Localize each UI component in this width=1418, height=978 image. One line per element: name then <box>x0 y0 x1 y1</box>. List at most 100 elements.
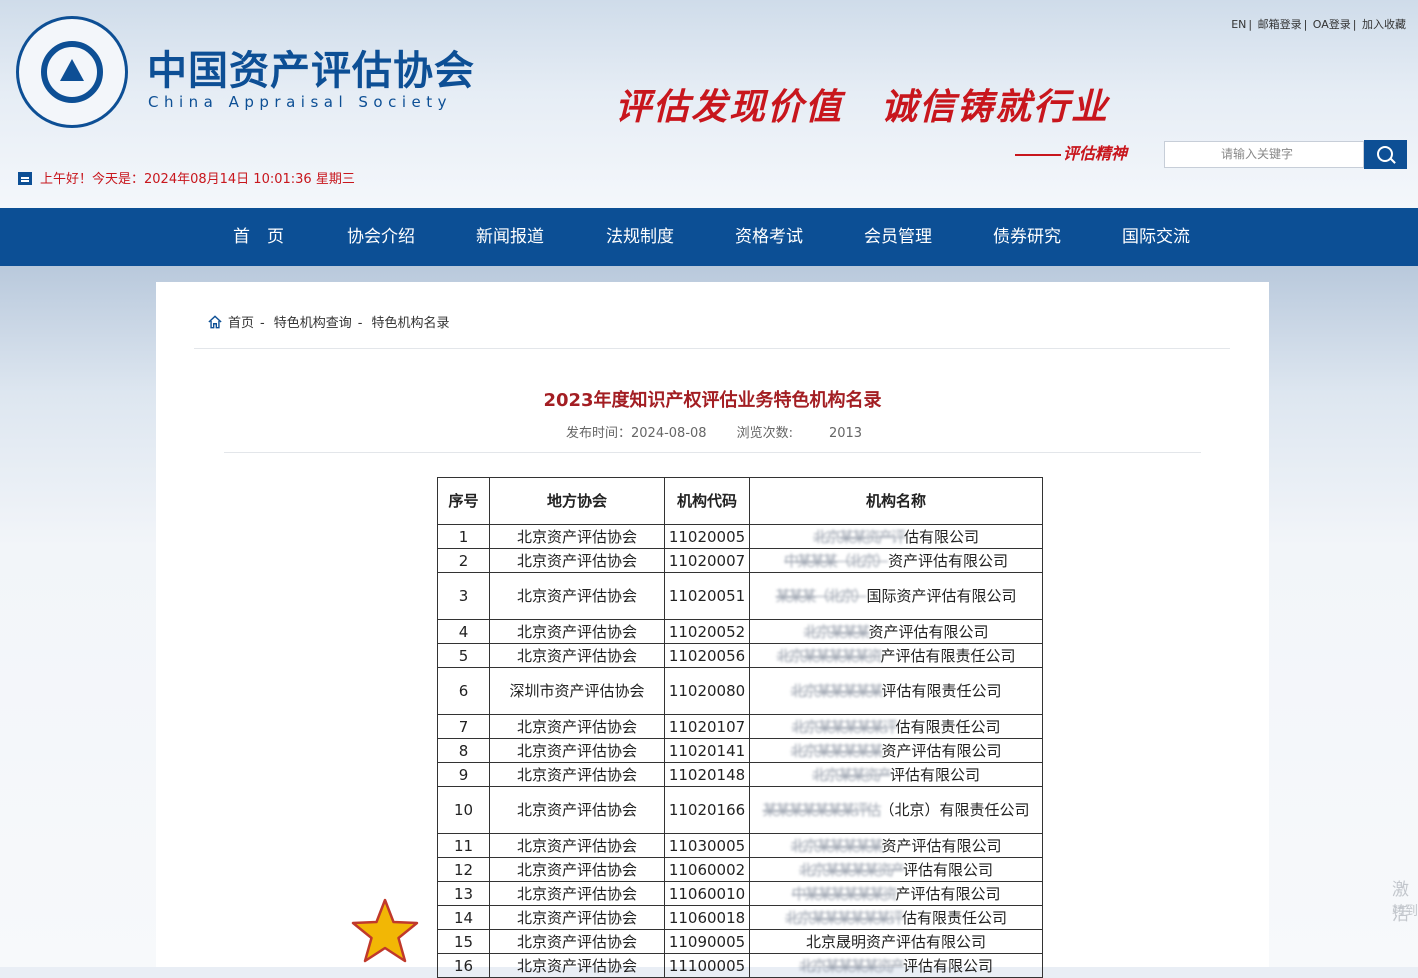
cell-no: 11 <box>437 833 490 858</box>
cell-association: 深圳市资产评估协会 <box>489 667 665 715</box>
cell-code: 11020166 <box>664 786 750 834</box>
col-header-code: 机构代码 <box>664 477 750 525</box>
nav-news[interactable]: 新闻报道 <box>476 208 544 266</box>
greeting-text: 上午好！今天是：2024年08月14日 10:01:36 星期三 <box>40 172 355 187</box>
cell-association: 北京资产评估协会 <box>489 572 665 620</box>
cell-association: 北京资产评估协会 <box>489 833 665 858</box>
cell-name: 北京某某某某某资产评估有限责任公司 <box>749 643 1043 668</box>
star-icon <box>351 898 419 963</box>
cell-name: 北京某某某某某评估有限责任公司 <box>749 714 1043 739</box>
table-header-row: 序号 地方协会 机构代码 机构名称 <box>437 477 1043 525</box>
cell-code: 11100005 <box>664 953 750 978</box>
greeting-bar: 上午好！今天是：2024年08月14日 10:01:36 星期三 <box>18 168 355 187</box>
cell-code: 11020005 <box>664 524 750 549</box>
name-text: 评估有限责任公司 <box>881 682 1002 700</box>
search-icon <box>1377 146 1393 162</box>
breadcrumb-item-query[interactable]: 特色机构查询 <box>274 316 352 331</box>
redacted-text: 北京某某某某某 <box>790 836 883 855</box>
table-row: 1 北京资产评估协会 11020005 北京某某资产评估有限公司 <box>437 524 1043 549</box>
cell-no: 3 <box>437 572 490 620</box>
top-links: EN | 邮箱登录 | OA登录 | 加入收藏 <box>1231 18 1406 31</box>
name-text: 资产评估有限公司 <box>888 551 1009 570</box>
cell-association: 北京资产评估协会 <box>489 738 665 763</box>
table-row: 15 北京资产评估协会 11090005 北京晟明资产评估有限公司 <box>437 929 1043 954</box>
cell-code: 11020141 <box>664 738 750 763</box>
table-row: 2 北京资产评估协会 11020007 中某某某（北京）资产评估有限公司 <box>437 548 1043 573</box>
article-title: 2023年度知识产权评估业务特色机构名录 <box>543 390 882 411</box>
divider <box>224 452 1201 453</box>
main-nav: 首 页 协会介绍 新闻报道 法规制度 资格考试 会员管理 债券研究 国际交流 <box>0 208 1418 266</box>
breadcrumb-home[interactable]: 首页 <box>228 316 254 331</box>
table-row: 6 深圳市资产评估协会 11020080 北京某某某某某评估有限责任公司 <box>437 667 1043 715</box>
cell-association: 北京资产评估协会 <box>489 786 665 834</box>
nav-about[interactable]: 协会介绍 <box>347 208 415 266</box>
cell-code: 11020056 <box>664 643 750 668</box>
cell-name: 北京某某某某某资产评估有限公司 <box>749 833 1043 858</box>
cell-association: 北京资产评估协会 <box>489 881 665 906</box>
logo-title[interactable]: 中国资产评估协会 <box>147 38 475 96</box>
cell-code: 11020107 <box>664 714 750 739</box>
cell-no: 16 <box>437 953 490 978</box>
nav-bonds[interactable]: 债券研究 <box>993 208 1061 266</box>
views-label: 浏览次数: <box>736 426 793 441</box>
redacted-text: 北京某某某某资产 <box>798 860 905 879</box>
cell-name: 北京某某某某某资产评估有限公司 <box>749 738 1043 763</box>
cell-code: 11090005 <box>664 929 750 954</box>
col-header-association: 地方协会 <box>489 477 665 525</box>
nav-regulations[interactable]: 法规制度 <box>606 208 674 266</box>
table-row: 9 北京资产评估协会 11020148 北京某某资产评估有限公司 <box>437 762 1043 787</box>
top-link-oa-login[interactable]: OA登录 <box>1313 18 1351 31</box>
cell-name: 北京某某某某某评估有限责任公司 <box>749 667 1043 715</box>
name-text: 评估有限公司 <box>890 765 981 784</box>
views-count: 2013 <box>828 426 863 441</box>
cell-no: 2 <box>437 548 490 573</box>
cell-association: 北京资产评估协会 <box>489 857 665 882</box>
redacted-text: 北京某某某某某某评 <box>784 908 904 927</box>
cell-name: 北京某某某某某某评估有限责任公司 <box>749 905 1043 930</box>
nav-international[interactable]: 国际交流 <box>1122 208 1190 266</box>
nav-members[interactable]: 会员管理 <box>864 208 932 266</box>
nav-home[interactable]: 首 页 <box>233 208 284 266</box>
logo-subtitle: China Appraisal Society <box>148 93 452 111</box>
top-link-en[interactable]: EN <box>1231 18 1246 31</box>
redacted-text: 北京某某某某某评 <box>791 717 897 736</box>
name-text: 估有限责任公司 <box>902 908 1008 927</box>
top-link-mail-login[interactable]: 邮箱登录 <box>1258 18 1302 31</box>
search-input[interactable]: 请输入关键字 <box>1164 141 1364 168</box>
cell-no: 12 <box>437 857 490 882</box>
name-text: 评估有限公司 <box>903 956 994 975</box>
redacted-text: 北京某某某某某资 <box>776 646 882 665</box>
redacted-text: 北京某某某某某 <box>790 682 883 700</box>
table-row: 16 北京资产评估协会 11100005 北京某某某某资产评估有限公司 <box>437 953 1043 978</box>
cell-name: 某某某（北京）国际资产评估有限公司 <box>749 572 1043 620</box>
cell-name: 中某某某（北京）资产评估有限公司 <box>749 548 1043 573</box>
cell-code: 11020052 <box>664 619 750 644</box>
publish-label: 发布时间： <box>566 426 632 441</box>
logo-emblem[interactable] <box>16 16 128 128</box>
cell-no: 14 <box>437 905 490 930</box>
table-row: 11 北京资产评估协会 11030005 北京某某某某某资产评估有限公司 <box>437 833 1043 858</box>
cell-name: 北京某某资产评估有限公司 <box>749 524 1043 549</box>
name-text: 估有限公司 <box>904 527 980 546</box>
name-text: 国际资产评估有限公司 <box>866 587 1017 605</box>
cell-code: 11020007 <box>664 548 750 573</box>
cell-no: 4 <box>437 619 490 644</box>
cell-code: 11030005 <box>664 833 750 858</box>
content-panel: 首页 - 特色机构查询 - 特色机构名录 2023年度知识产权评估业务特色机构名录 发布… <box>156 282 1269 978</box>
divider <box>194 348 1230 349</box>
top-link-bookmark[interactable]: 加入收藏 <box>1362 18 1406 31</box>
name-text: 资产评估有限公司 <box>868 622 989 641</box>
nav-exams[interactable]: 资格考试 <box>735 208 803 266</box>
cell-association: 北京资产评估协会 <box>489 714 665 739</box>
redacted-text: 北京某某资产评 <box>812 527 906 546</box>
breadcrumb-item-list[interactable]: 特色机构名录 <box>371 316 449 331</box>
cell-association: 北京资产评估协会 <box>489 619 665 644</box>
cell-code: 11020051 <box>664 572 750 620</box>
redacted-text: 北京某某某某资产 <box>798 956 905 975</box>
search-button[interactable] <box>1364 140 1407 169</box>
cell-name: 北京某某某资产评估有限公司 <box>749 619 1043 644</box>
name-text: （北京）有限责任公司 <box>879 801 1030 819</box>
cell-name: 中某某某某某某资产评估有限公司 <box>749 881 1043 906</box>
home-icon <box>208 315 222 329</box>
cell-code: 11020148 <box>664 762 750 787</box>
